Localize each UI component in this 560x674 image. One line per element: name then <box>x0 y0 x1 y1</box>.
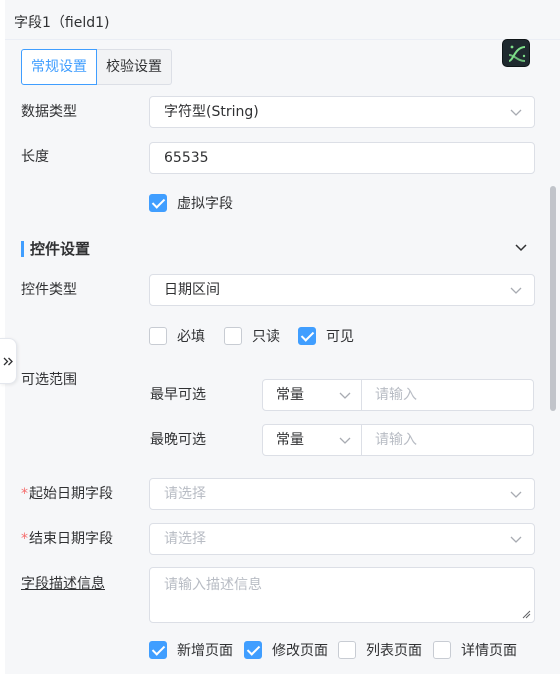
add-page-checkbox[interactable]: 新增页面 <box>149 640 233 660</box>
checkbox-unchecked-icon <box>149 327 167 345</box>
earliest-mode-value: 常量 <box>276 387 304 403</box>
end-date-field-select[interactable]: 请选择 <box>149 523 535 555</box>
latest-combo: 常量 请输入 <box>262 424 534 456</box>
visible-checkbox[interactable]: 可见 <box>298 326 354 346</box>
expand-sidebar-button[interactable] <box>0 338 17 384</box>
chevron-down-icon <box>510 109 522 116</box>
panel-title: 字段1（field1) <box>14 15 110 31</box>
start-date-field-text: 起始日期字段 <box>29 486 113 502</box>
latest-label: 最晚可选 <box>150 432 206 448</box>
earliest-placeholder: 请输入 <box>375 387 417 403</box>
description-textarea[interactable]: 请输入描述信息 <box>149 567 535 623</box>
latest-placeholder: 请输入 <box>375 432 417 448</box>
checkbox-checked-icon <box>149 641 167 659</box>
checkbox-checked-icon <box>149 194 167 212</box>
earliest-value-input[interactable]: 请输入 <box>362 380 417 410</box>
list-page-label: 列表页面 <box>366 643 422 659</box>
length-input[interactable]: 65535 <box>149 142 535 174</box>
checkbox-unchecked-icon <box>433 641 451 659</box>
list-page-checkbox[interactable]: 列表页面 <box>338 640 422 660</box>
earliest-label: 最早可选 <box>150 387 206 403</box>
required-checkbox[interactable]: 必填 <box>149 326 205 346</box>
virtual-field-checkbox[interactable]: 虚拟字段 <box>149 193 233 213</box>
checkbox-checked-icon <box>244 641 262 659</box>
latest-mode-value: 常量 <box>276 432 304 448</box>
tab-validation-settings[interactable]: 校验设置 <box>97 49 172 85</box>
section-title: 控件设置 <box>30 240 91 258</box>
chevron-down-icon <box>339 437 351 444</box>
detail-page-checkbox[interactable]: 详情页面 <box>433 640 517 660</box>
data-type-label: 数据类型 <box>21 104 77 120</box>
control-type-select[interactable]: 日期区间 <box>149 274 535 306</box>
readonly-checkbox[interactable]: 只读 <box>224 326 280 346</box>
chevron-down-icon <box>510 536 522 543</box>
end-date-field-label: *结束日期字段 <box>21 531 113 547</box>
end-date-placeholder: 请选择 <box>164 531 206 547</box>
length-value: 65535 <box>164 150 209 166</box>
required-label: 必填 <box>177 329 205 345</box>
length-label: 长度 <box>21 149 49 165</box>
checkbox-unchecked-icon <box>338 641 356 659</box>
chevron-down-icon <box>510 491 522 498</box>
section-accent-bar <box>21 240 24 257</box>
vertical-scrollbar[interactable] <box>550 186 556 411</box>
control-settings-header: 控件设置 <box>21 238 90 259</box>
detail-page-label: 详情页面 <box>461 643 517 659</box>
data-type-select[interactable]: 字符型(String) <box>149 96 535 128</box>
earliest-mode-select[interactable]: 常量 <box>263 380 362 410</box>
latest-value-input[interactable]: 请输入 <box>362 425 417 455</box>
range-label: 可选范围 <box>21 372 77 388</box>
double-chevron-right-icon <box>3 357 13 365</box>
chevron-down-icon[interactable] <box>514 240 528 254</box>
earliest-combo: 常量 请输入 <box>262 379 534 411</box>
control-type-value: 日期区间 <box>164 282 220 298</box>
checkbox-checked-icon <box>298 327 316 345</box>
start-date-field-select[interactable]: 请选择 <box>149 478 535 510</box>
resize-handle-icon[interactable] <box>522 610 531 619</box>
data-type-value: 字符型(String) <box>164 104 259 120</box>
checkbox-unchecked-icon <box>224 327 242 345</box>
chevron-down-icon <box>510 287 522 294</box>
tab-general-settings[interactable]: 常规设置 <box>21 49 97 85</box>
edit-page-checkbox[interactable]: 修改页面 <box>244 640 328 660</box>
edit-page-label: 修改页面 <box>272 643 328 659</box>
chevron-down-icon <box>339 392 351 399</box>
description-label: 字段描述信息 <box>21 576 105 592</box>
latest-mode-select[interactable]: 常量 <box>263 425 362 455</box>
add-page-label: 新增页面 <box>177 643 233 659</box>
readonly-label: 只读 <box>252 329 280 345</box>
control-type-label: 控件类型 <box>21 282 77 298</box>
start-date-field-label: *起始日期字段 <box>21 486 113 502</box>
settings-tabs: 常规设置 校验设置 <box>21 49 172 85</box>
curve-logo-icon[interactable] <box>502 39 530 67</box>
description-placeholder: 请输入描述信息 <box>164 577 262 593</box>
end-date-field-text: 结束日期字段 <box>29 531 113 547</box>
start-date-placeholder: 请选择 <box>164 486 206 502</box>
virtual-field-label: 虚拟字段 <box>177 196 233 212</box>
panel-header: 字段1（field1) <box>5 0 560 40</box>
visible-label: 可见 <box>326 329 354 345</box>
